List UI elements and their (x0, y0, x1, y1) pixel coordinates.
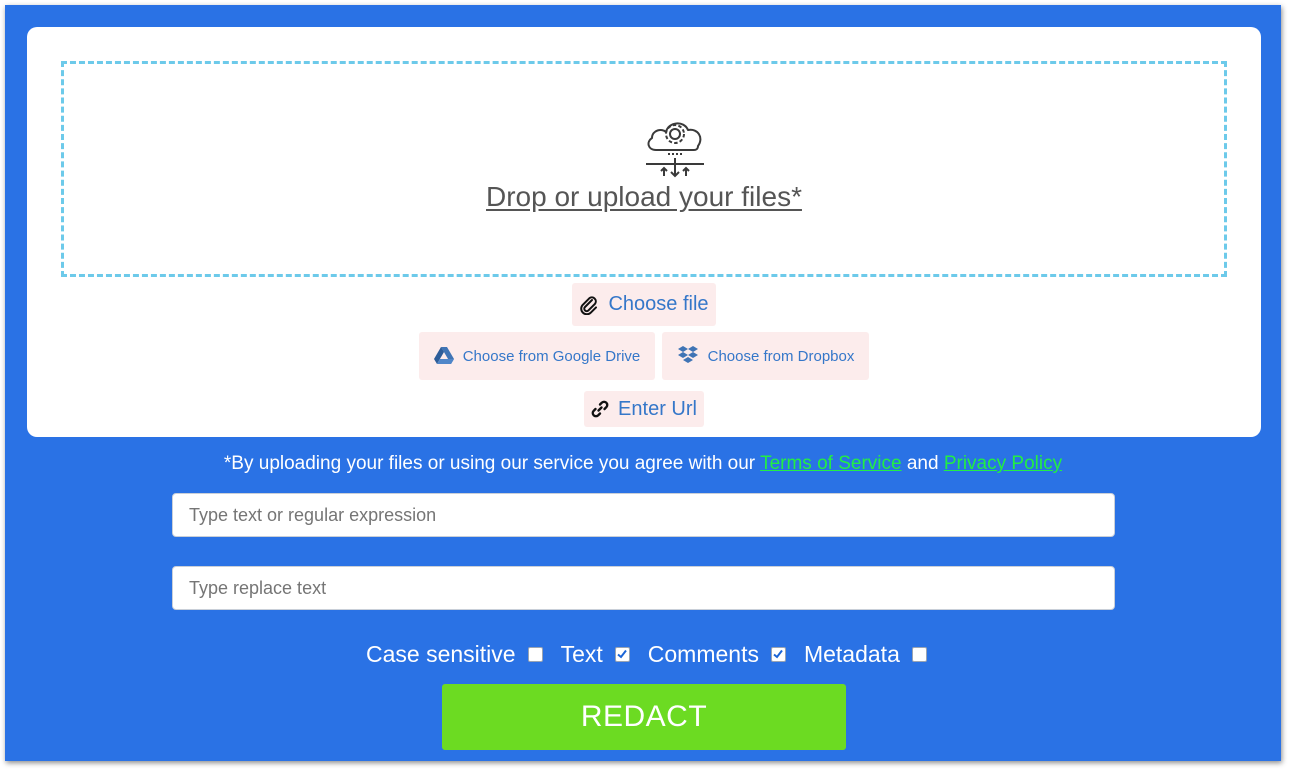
text-checkbox[interactable] (614, 646, 630, 662)
option-comments: Comments (648, 641, 804, 668)
search-text-input[interactable] (172, 493, 1115, 537)
upload-card: Drop or upload your files* Choose file C… (27, 27, 1261, 437)
google-drive-button[interactable]: Choose from Google Drive (419, 332, 655, 380)
case-sensitive-checkbox[interactable] (527, 646, 543, 662)
checkmark-icon (773, 649, 784, 659)
terms-agreement: *By uploading your files or using our se… (5, 453, 1281, 475)
privacy-policy-link[interactable]: Privacy Policy (944, 453, 1062, 474)
case-sensitive-label: Case sensitive (366, 640, 516, 667)
redact-button[interactable]: REDACT (442, 684, 846, 750)
metadata-checkbox[interactable] (911, 646, 927, 662)
choose-file-button[interactable]: Choose file (572, 283, 716, 326)
replace-text-input[interactable] (172, 566, 1115, 610)
agreement-conjunction: and (901, 453, 944, 474)
enter-url-label: Enter Url (618, 397, 697, 420)
comments-checkbox[interactable] (770, 646, 786, 662)
comments-label: Comments (647, 640, 759, 667)
drop-upload-text[interactable]: Drop or upload your files* (64, 181, 1224, 213)
option-text: Text (561, 641, 648, 668)
redaction-options: Case sensitive Text Comments Metadata (366, 639, 945, 669)
cloud-upload-icon (642, 112, 708, 178)
checkmark-icon (617, 649, 628, 659)
dropbox-button[interactable]: Choose from Dropbox (662, 332, 869, 380)
option-metadata: Metadata (804, 641, 945, 668)
text-label: Text (560, 640, 603, 667)
option-case-sensitive: Case sensitive (366, 641, 561, 668)
agreement-text: *By uploading your files or using our se… (223, 453, 761, 474)
file-dropzone[interactable]: Drop or upload your files* (61, 61, 1227, 277)
dropbox-label: Choose from Dropbox (707, 347, 855, 365)
metadata-label: Metadata (803, 640, 900, 667)
google-drive-icon (433, 347, 454, 365)
enter-url-button[interactable]: Enter Url (584, 391, 704, 427)
dropbox-icon (677, 346, 699, 366)
paperclip-icon (579, 295, 599, 315)
terms-of-service-link[interactable]: Terms of Service (760, 453, 901, 474)
google-drive-label: Choose from Google Drive (462, 347, 641, 365)
app-frame: Drop or upload your files* Choose file C… (5, 5, 1281, 761)
link-icon (591, 400, 609, 418)
choose-file-label: Choose file (608, 293, 709, 315)
